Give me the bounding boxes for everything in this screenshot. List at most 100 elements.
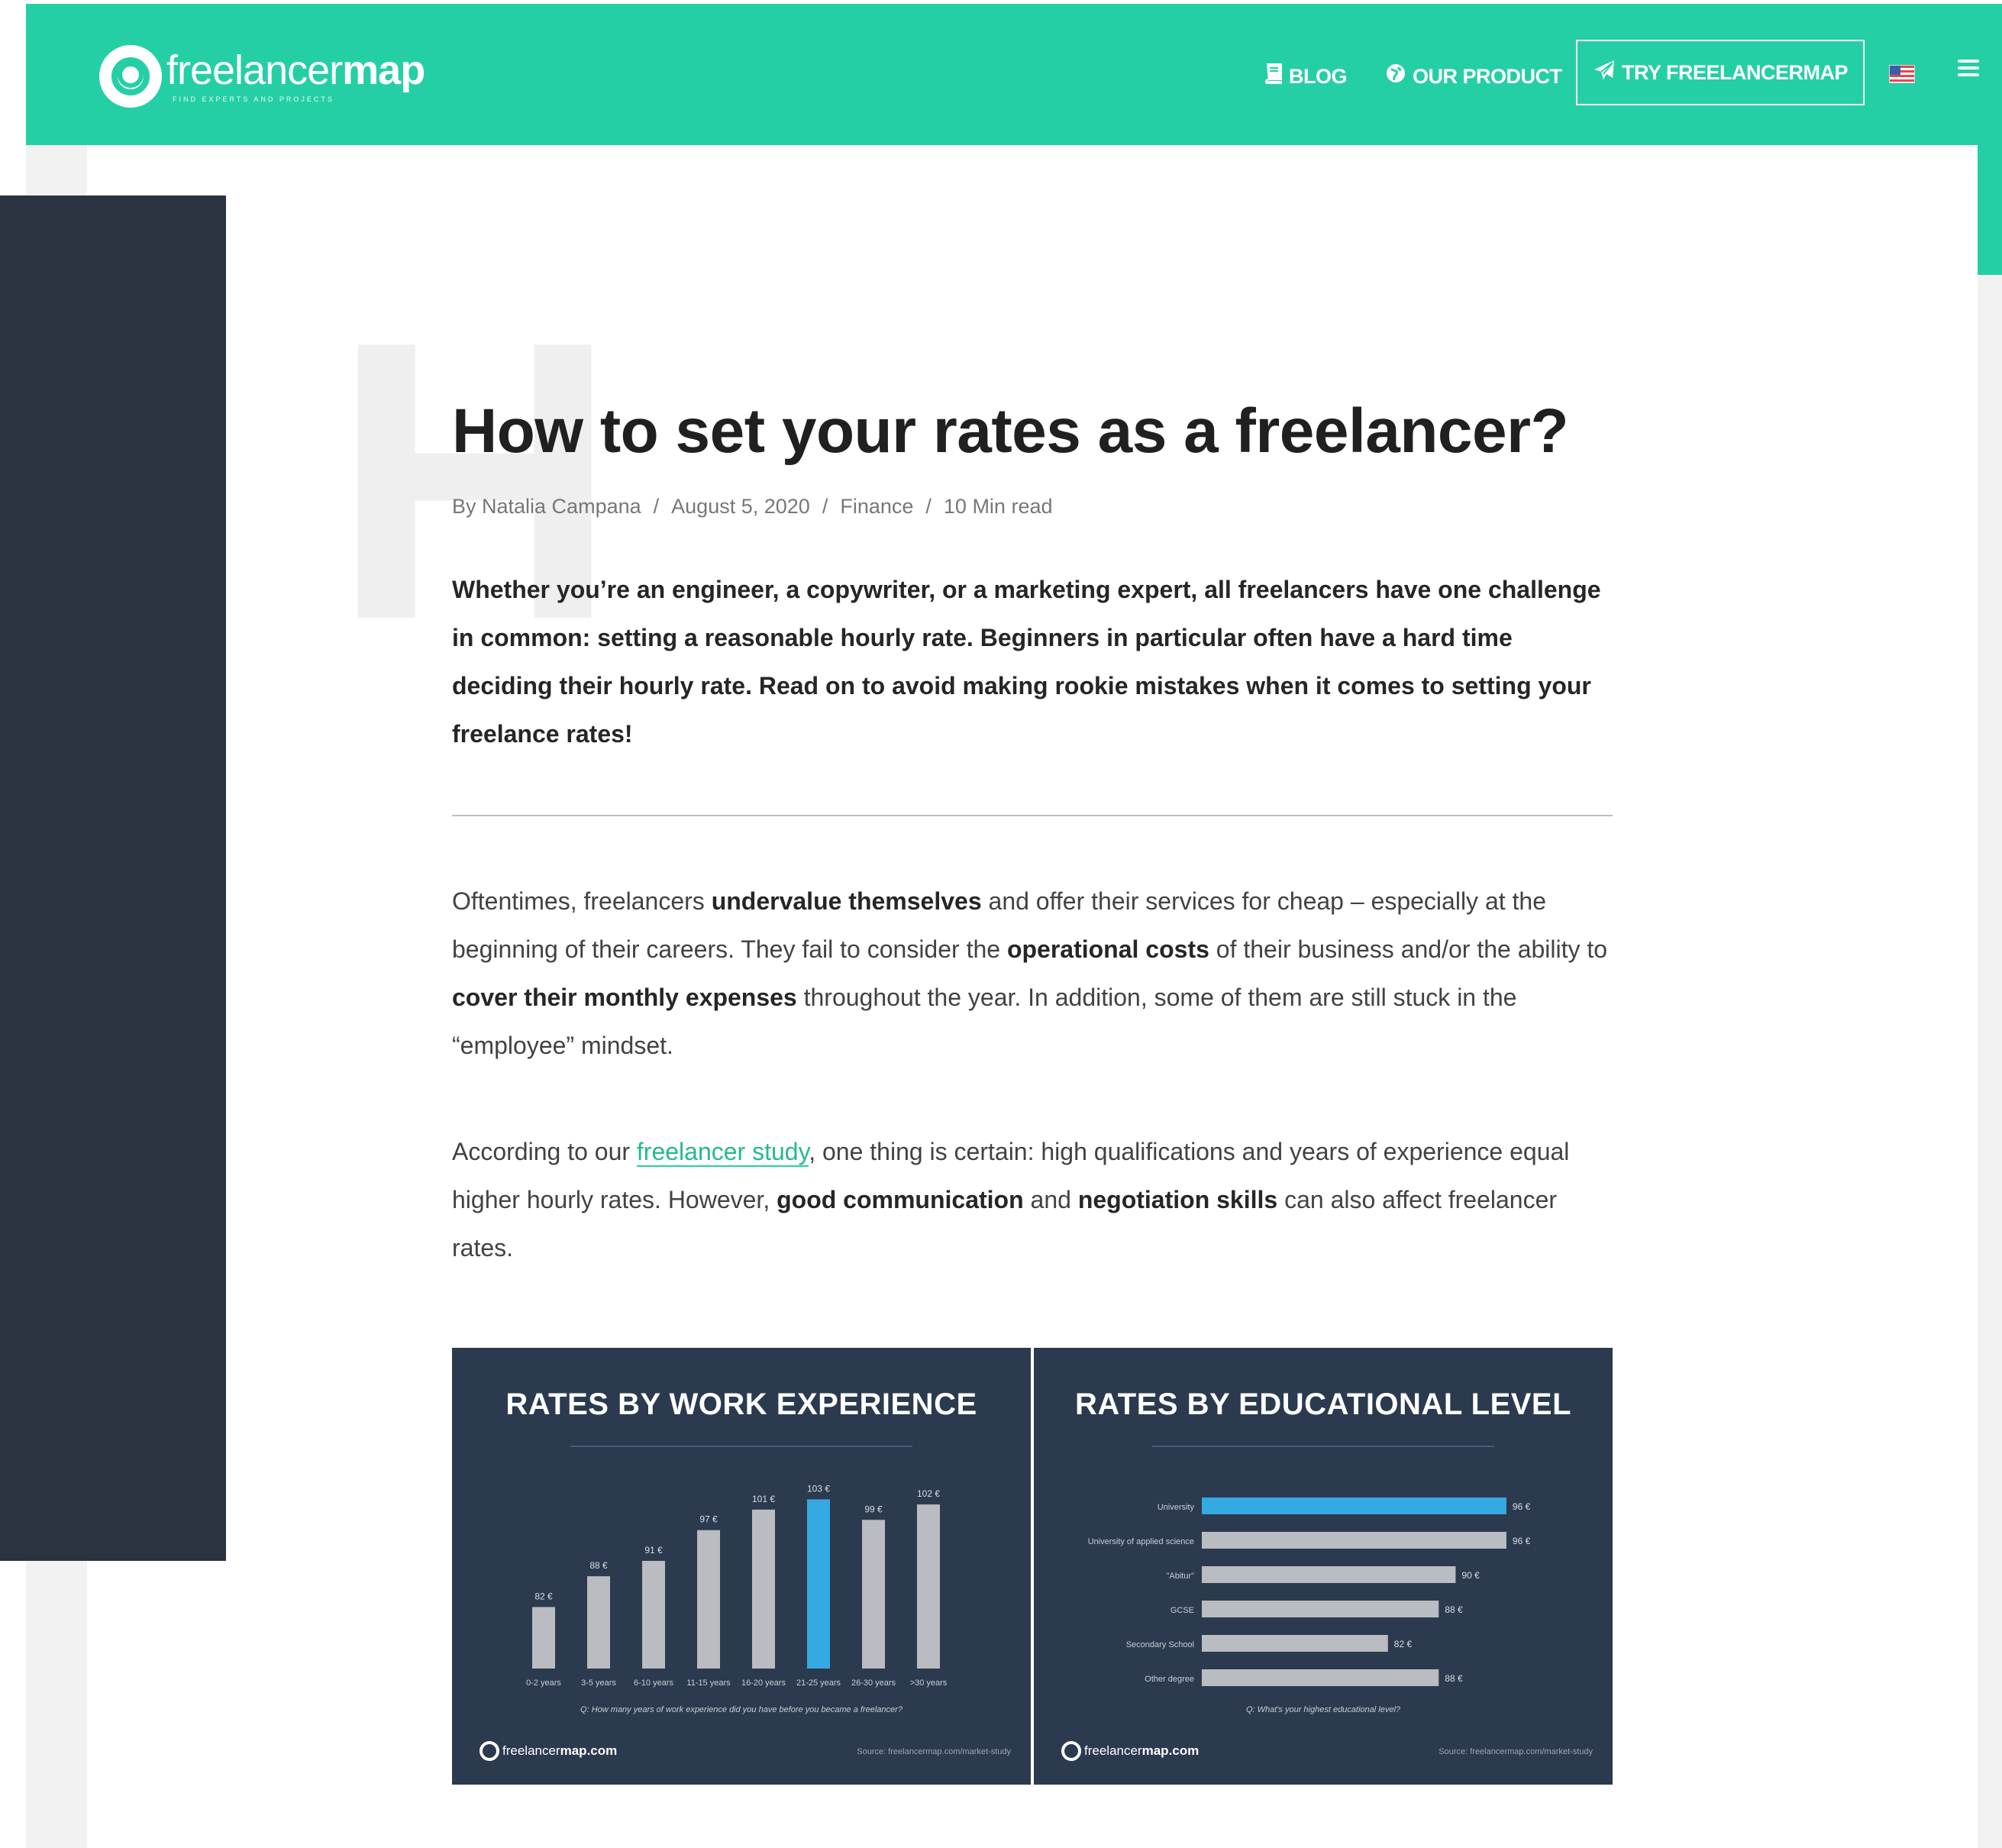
article-date: August 5, 2020 bbox=[671, 495, 810, 519]
article: How to set your rates as a freelancer? B… bbox=[452, 396, 1613, 1272]
site-header: freelancermap FIND EXPERTS AND PROJECTS … bbox=[26, 4, 2002, 145]
article-author-link[interactable]: By Natalia Campana bbox=[452, 495, 641, 519]
bar-value-label: 103 € bbox=[807, 1483, 830, 1494]
chart-bar bbox=[1202, 1669, 1439, 1686]
x-tick-label: 11-15 years bbox=[686, 1678, 731, 1688]
header-accent-strip bbox=[1978, 145, 2002, 275]
y-tick-label: University of applied science bbox=[1088, 1537, 1194, 1546]
chart-bar bbox=[697, 1530, 720, 1669]
brand-text-bold: map.com bbox=[1141, 1743, 1200, 1758]
chart-bar bbox=[807, 1499, 830, 1669]
text-run: of their business and/or the ability to bbox=[1209, 935, 1608, 964]
chart-question: Q: What's your highest educational level… bbox=[1245, 1705, 1401, 1714]
chart-bar bbox=[1202, 1532, 1506, 1549]
globe-icon bbox=[1385, 63, 1406, 90]
article-category-link[interactable]: Finance bbox=[840, 495, 913, 519]
try-freelancermap-button[interactable]: TRY FREELANCERMAP bbox=[1576, 40, 1865, 105]
bar-value-label: 102 € bbox=[917, 1488, 940, 1499]
meta-separator: / bbox=[653, 495, 660, 519]
try-freelancermap-label: TRY FREELANCERMAP bbox=[1621, 60, 1849, 84]
chart-rates-by-work-experience[interactable]: RATES BY WORK EXPERIENCE 82 €0-2 years 88… bbox=[452, 1348, 1031, 1785]
nav-blog-label: BLOG bbox=[1289, 64, 1348, 88]
bold-text: undervalue themselves bbox=[711, 887, 982, 916]
brand-text: freelancermap.com bbox=[502, 1743, 617, 1759]
y-tick-label: "Abitur" bbox=[1166, 1572, 1194, 1581]
bar-value-label: 96 € bbox=[1513, 1501, 1531, 1512]
x-tick-label: 26-30 years bbox=[851, 1678, 896, 1688]
chart-bar bbox=[1202, 1566, 1456, 1583]
y-tick-label: Other degree bbox=[1145, 1675, 1194, 1684]
bar-value-label: 88 € bbox=[589, 1560, 608, 1571]
bold-text: operational costs bbox=[1006, 935, 1209, 964]
article-paragraph-1: Oftentimes, freelancers undervalue thems… bbox=[452, 877, 1613, 1070]
bar-value-label: 96 € bbox=[1513, 1536, 1531, 1546]
chart-bar bbox=[1202, 1635, 1388, 1652]
article-title: How to set your rates as a freelancer? bbox=[452, 396, 1569, 466]
meta-separator: / bbox=[925, 495, 932, 519]
x-tick-label: 16-20 years bbox=[741, 1678, 786, 1688]
x-tick-label: 3-5 years bbox=[581, 1678, 616, 1688]
brand-text-regular: freelancer bbox=[1084, 1743, 1142, 1758]
nav-our-product-label: OUR PRODUCT bbox=[1413, 64, 1562, 88]
logo-word: freelancermap bbox=[166, 50, 425, 91]
y-tick-label: GCSE bbox=[1171, 1606, 1194, 1615]
bar-value-label: 91 € bbox=[644, 1545, 663, 1556]
bar-value-label: 88 € bbox=[1445, 1673, 1463, 1684]
logo-wordmark: freelancermap FIND EXPERTS AND PROJECTS bbox=[166, 50, 425, 103]
chart-bar bbox=[1202, 1601, 1439, 1617]
chart-plot: 96 € University 96 € University of applied … bbox=[1088, 1497, 1531, 1686]
section-divider bbox=[452, 815, 1613, 817]
bar-value-label: 82 € bbox=[1394, 1639, 1413, 1649]
bar-value-label: 97 € bbox=[699, 1514, 718, 1525]
nav-blog-link[interactable]: BLOG bbox=[1263, 44, 1348, 109]
bar-value-label: 90 € bbox=[1461, 1570, 1480, 1581]
article-meta: By Natalia Campana / August 5, 2020 / Fi… bbox=[452, 495, 1613, 519]
chart-source: Source: freelancermap.com/market-study bbox=[1439, 1747, 1593, 1756]
text-run: and bbox=[1023, 1186, 1078, 1214]
site-logo[interactable]: freelancermap FIND EXPERTS AND PROJECTS bbox=[99, 34, 425, 118]
article-read-time: 10 Min read bbox=[943, 495, 1053, 519]
chart-bar bbox=[917, 1504, 940, 1669]
y-tick-label: Secondary School bbox=[1126, 1640, 1194, 1649]
chart-bar bbox=[532, 1607, 555, 1669]
nav-our-product-link[interactable]: OUR PRODUCT bbox=[1385, 44, 1562, 109]
meta-separator: / bbox=[822, 495, 828, 519]
bar-value-label: 99 € bbox=[864, 1504, 883, 1514]
us-flag-icon[interactable] bbox=[1889, 65, 1915, 83]
logo-mark-icon bbox=[99, 45, 162, 108]
x-tick-label: 21-25 years bbox=[796, 1678, 841, 1688]
infographics: RATES BY WORK EXPERIENCE 82 €0-2 years 88… bbox=[452, 1348, 1613, 1785]
chart-question: Q: How many years of work experience did… bbox=[580, 1705, 903, 1714]
chart-bar bbox=[752, 1509, 775, 1669]
y-tick-label: University bbox=[1158, 1503, 1195, 1512]
bar-value-label: 82 € bbox=[534, 1591, 553, 1601]
freelancer-study-link[interactable]: freelancer study bbox=[636, 1138, 809, 1168]
chart-bar bbox=[587, 1576, 610, 1669]
logo-word-bold: map bbox=[342, 47, 425, 93]
sidebar-dark-panel bbox=[0, 195, 226, 1561]
chart-bar bbox=[642, 1561, 665, 1669]
chart-bar bbox=[1202, 1497, 1506, 1514]
logo-word-regular: freelancer bbox=[166, 47, 343, 93]
text-run: Oftentimes, freelancers bbox=[452, 887, 712, 916]
rocket-icon bbox=[1593, 60, 1616, 86]
chart-bar bbox=[862, 1520, 885, 1669]
x-tick-label: >30 years bbox=[910, 1678, 948, 1688]
brand-text-regular: freelancer bbox=[502, 1743, 560, 1758]
chart-plot: 82 € 0-2 years 88 € 3-5 years 91 € 6-10 years… bbox=[526, 1483, 948, 1688]
chart-rates-by-educational-level[interactable]: RATES BY EDUCATIONAL LEVEL 96 € Universit… bbox=[1034, 1348, 1613, 1785]
bold-text: cover their monthly expenses bbox=[452, 984, 797, 1012]
bar-value-label: 101 € bbox=[752, 1494, 775, 1504]
article-lead: Whether you’re an engineer, a copywriter… bbox=[452, 576, 1601, 748]
chart-brand: freelancermap.com bbox=[480, 1741, 617, 1761]
brand-text-bold: map.com bbox=[560, 1743, 618, 1758]
brand-mark-icon bbox=[1061, 1741, 1081, 1761]
chart-brand: freelancermap.com bbox=[1061, 1741, 1199, 1761]
hamburger-line bbox=[1958, 73, 1979, 76]
book-icon bbox=[1263, 63, 1283, 90]
hamburger-menu-icon[interactable] bbox=[1958, 60, 1979, 78]
article-paragraph-2: According to our freelancer study, one t… bbox=[452, 1128, 1613, 1272]
hamburger-line bbox=[1958, 66, 1979, 69]
text-run: According to our bbox=[452, 1138, 637, 1166]
x-tick-label: 0-2 years bbox=[526, 1678, 561, 1688]
